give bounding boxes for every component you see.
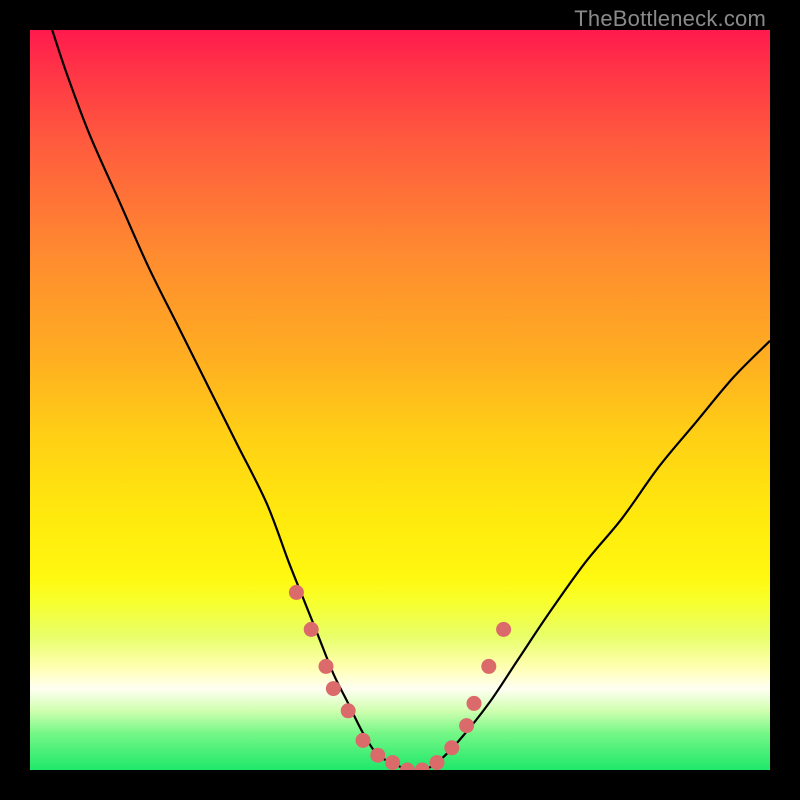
highlight-dot: [460, 719, 474, 733]
highlight-dots-group: [289, 585, 510, 770]
highlight-dot: [467, 696, 481, 710]
highlight-dot: [326, 682, 340, 696]
chart-plot-area: [30, 30, 770, 770]
highlight-dot: [319, 659, 333, 673]
highlight-dot: [386, 756, 400, 770]
highlight-dot: [289, 585, 303, 599]
highlight-dot: [430, 756, 444, 770]
watermark-text: TheBottleneck.com: [574, 6, 766, 32]
highlight-dot: [415, 763, 429, 770]
highlight-dot: [482, 659, 496, 673]
highlight-dot: [341, 704, 355, 718]
highlight-dot: [356, 733, 370, 747]
bottleneck-chart: [30, 30, 770, 770]
highlight-dot: [445, 741, 459, 755]
highlight-dot: [400, 763, 414, 770]
bottleneck-curve: [52, 30, 770, 770]
highlight-dot: [304, 622, 318, 636]
highlight-dot: [371, 748, 385, 762]
highlight-dot: [497, 622, 511, 636]
